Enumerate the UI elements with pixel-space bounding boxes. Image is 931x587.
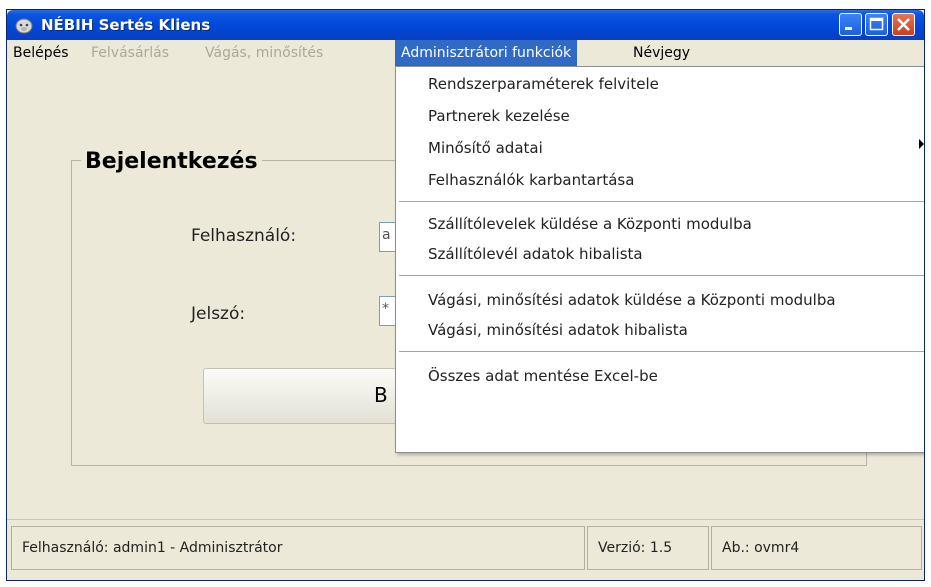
menu-minosito-adatai[interactable]: Minősítő adatai xyxy=(428,139,543,157)
admin-dropdown-menu: Rendszerparaméterek felvitele Partnerek … xyxy=(395,66,924,453)
maximize-button[interactable] xyxy=(865,13,888,36)
menu-nevjegy[interactable]: Névjegy xyxy=(627,40,696,66)
menu-separator xyxy=(399,351,924,352)
title-bar[interactable]: NÉBIH Sertés Kliens xyxy=(7,10,924,40)
login-group-title: Bejelentkezés xyxy=(81,149,262,174)
login-button[interactable]: B xyxy=(203,368,423,424)
menu-vagasi-adatok-hibalista[interactable]: Vágási, minősítési adatok hibalista xyxy=(428,321,688,339)
menu-partnerek-kezelese[interactable]: Partnerek kezelése xyxy=(428,107,570,125)
close-icon xyxy=(897,18,910,31)
window-title: NÉBIH Sertés Kliens xyxy=(41,16,211,34)
menu-bar: Belépés Felvásárlás Vágás, minősítés Adm… xyxy=(7,40,924,66)
menu-felvasarlas[interactable]: Felvásárlás xyxy=(85,40,175,66)
password-label: Jelszó: xyxy=(191,304,246,324)
menu-vagasi-adatok-kuldese[interactable]: Vágási, minősítési adatok küldése a Közp… xyxy=(428,291,836,309)
menu-osszes-adat-mentese[interactable]: Összes adat mentése Excel-be xyxy=(428,367,658,385)
status-database: Ab.: ovmr4 xyxy=(711,526,922,570)
app-icon xyxy=(15,18,33,34)
maximize-icon xyxy=(869,17,884,31)
menu-separator xyxy=(399,275,924,276)
menu-szallitolevel-hibalista[interactable]: Szállítólevél adatok hibalista xyxy=(428,245,643,263)
status-bar: Felhasználó: admin1 - Adminisztrátor Ver… xyxy=(7,519,924,578)
status-user: Felhasználó: admin1 - Adminisztrátor xyxy=(11,526,585,570)
minimize-button[interactable] xyxy=(839,13,862,36)
menu-belepes[interactable]: Belépés xyxy=(7,40,75,66)
menu-adminisztratori-funkciok[interactable]: Adminisztrátori funkciók xyxy=(395,40,578,66)
close-button[interactable] xyxy=(892,13,915,36)
menu-separator xyxy=(399,201,924,202)
app-window: NÉBIH Sertés Kliens Belépés Felvásárlás … xyxy=(6,9,925,581)
status-version: Verzió: 1.5 xyxy=(587,526,709,570)
menu-vagas-minosites[interactable]: Vágás, minősítés xyxy=(199,40,329,66)
user-label: Felhasználó: xyxy=(191,226,297,246)
minimize-icon xyxy=(845,27,852,30)
menu-szallitolevelek-kuldese[interactable]: Szállítólevelek küldése a Központi modul… xyxy=(428,215,752,233)
menu-felhasznalok-karbantartasa[interactable]: Felhasználók karbantartása xyxy=(428,171,634,189)
menu-rendszerparameterek[interactable]: Rendszerparaméterek felvitele xyxy=(428,75,659,93)
submenu-arrow-icon xyxy=(919,139,924,149)
